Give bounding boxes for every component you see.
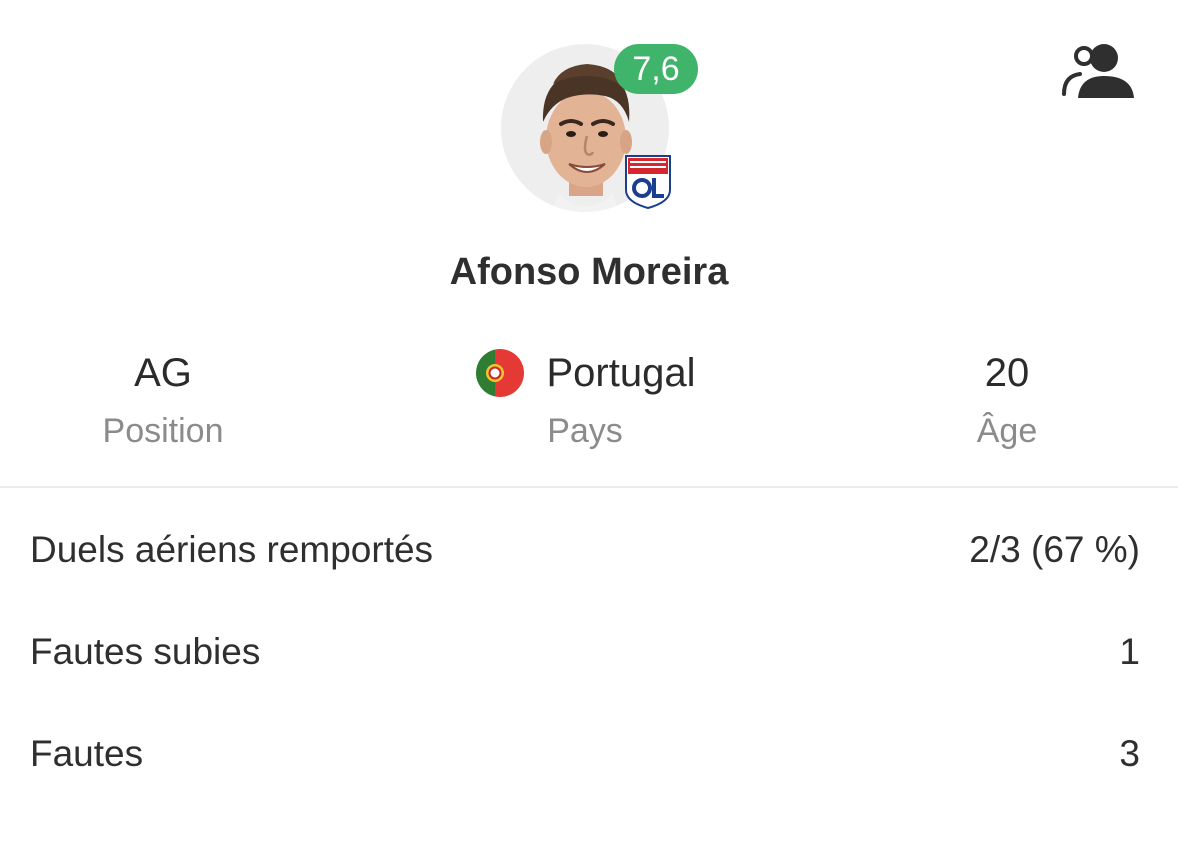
info-country: Portugal Pays [425,346,745,454]
club-crest-icon [624,154,672,210]
stat-value: 3 [1119,733,1140,774]
age-label: Âge [976,412,1038,450]
stat-row-fouls-suffered: Fautes subies 1 [30,622,1140,682]
info-age: 20 Âge [847,346,1167,454]
stat-row-aerial-duels: Duels aériens remportés 2/3 (67 %) [30,520,1140,580]
info-position: AG Position [3,346,323,454]
position-value: AG [134,351,192,395]
stat-row-fouls: Fautes 3 [30,724,1140,784]
player-name: Afonso Moreira [449,251,729,293]
country-label: Pays [547,412,623,450]
divider [0,486,1178,488]
stat-value: 1 [1119,631,1140,672]
rating-badge: 7,6 [614,44,698,94]
stat-value: 2/3 (67 %) [969,529,1140,570]
stat-label: Duels aériens remportés [30,529,434,570]
stat-label: Fautes subies [30,631,261,672]
country-value: Portugal [546,351,696,395]
stat-label: Fautes [30,733,144,774]
portugal-flag-icon [475,348,525,398]
position-label: Position [102,412,224,450]
players-icon [1062,44,1134,98]
age-value: 20 [984,351,1030,395]
players-button[interactable] [1058,40,1138,104]
